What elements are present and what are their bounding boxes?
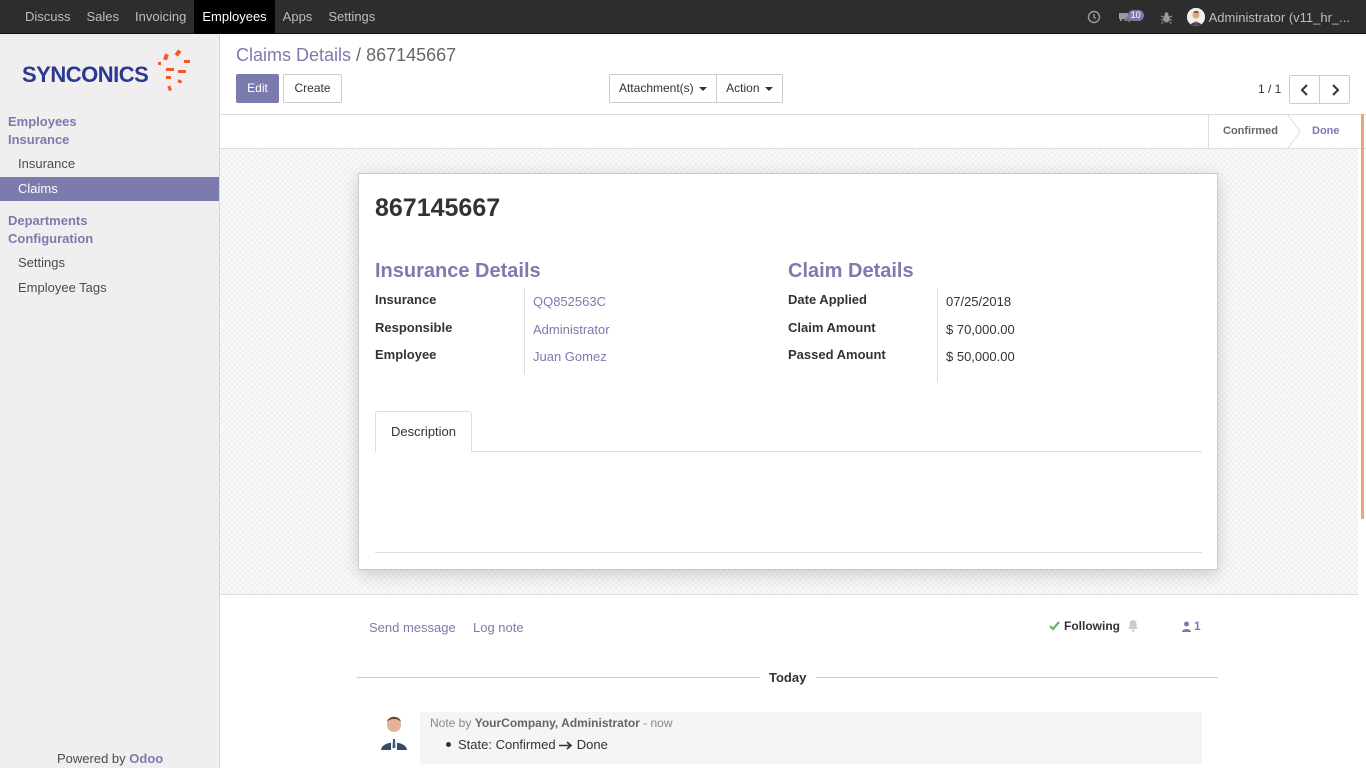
bullet <box>446 742 451 747</box>
chevron-left-icon <box>1300 83 1308 96</box>
user-avatar <box>1186 8 1205 26</box>
menu-sales[interactable]: Sales <box>79 0 128 34</box>
action-dropdown[interactable]: Action <box>716 74 783 103</box>
date-separator-line <box>816 677 1218 678</box>
date-separator-line <box>357 677 760 678</box>
field-value-insurance[interactable]: QQ852563C <box>533 294 606 309</box>
claim-details-title: Claim Details <box>788 260 914 282</box>
edit-button[interactable]: Edit <box>236 74 279 103</box>
following-button[interactable]: Following <box>1049 619 1120 633</box>
following-label: Following <box>1064 619 1120 633</box>
stage-confirmed[interactable]: Confirmed <box>1223 115 1278 148</box>
field-label-date-applied: Date Applied <box>788 292 867 307</box>
breadcrumb-separator: / <box>356 45 362 65</box>
app-menu: Discuss Sales Invoicing Employees Apps S… <box>17 0 383 34</box>
user-name: Administrator (v11_hr_... <box>1208 9 1350 25</box>
caret-down-icon <box>764 86 773 91</box>
create-button[interactable]: Create <box>283 74 342 103</box>
followers-button[interactable]: 1 <box>1182 619 1201 633</box>
menu-invoicing[interactable]: Invoicing <box>127 0 194 34</box>
pager-next-button[interactable] <box>1319 75 1350 104</box>
field-label-passed-amount: Passed Amount <box>788 347 886 362</box>
sidebar-item-employee-tags[interactable]: Employee Tags <box>0 276 219 300</box>
field-label-insurance: Insurance <box>375 292 437 307</box>
form-sheet: 867145667 Insurance Details Insurance QQ… <box>358 173 1218 570</box>
field-value-passed-amount: $ 50,000.00 <box>946 349 1015 364</box>
message-time: - now <box>643 716 673 730</box>
action-label: Action <box>726 81 760 95</box>
message-author[interactable]: YourCompany, Administrator <box>475 716 640 730</box>
sidebar-item-claims[interactable]: Claims <box>0 177 219 201</box>
menu-employees[interactable]: Employees <box>194 0 275 34</box>
bell-icon[interactable] <box>1127 619 1139 635</box>
followers-count: 1 <box>1194 619 1201 633</box>
top-navbar: Discuss Sales Invoicing Employees Apps S… <box>0 0 1366 34</box>
message-header: Note by YourCompany, Administrator - now <box>430 716 673 730</box>
logo-burst-icon <box>158 49 190 92</box>
caret-down-icon <box>699 86 708 91</box>
company-logo: SYNCONICS <box>20 48 200 98</box>
author-avatar[interactable] <box>378 712 410 750</box>
field-value-employee[interactable]: Juan Gomez <box>533 349 607 364</box>
scroll-indicator <box>1361 114 1364 519</box>
check-icon <box>1049 621 1060 631</box>
chatter-message: Note by YourCompany, Administrator - now… <box>420 712 1202 764</box>
user-menu[interactable]: Administrator (v11_hr_... <box>1186 8 1350 26</box>
systray: 10 Administrator (v11_hr_... <box>1079 0 1358 34</box>
odoo-link[interactable]: Odoo <box>129 751 163 766</box>
breadcrumb-parent[interactable]: Claims Details <box>236 45 351 65</box>
tracking-value: State: Confirmed Done <box>458 737 608 752</box>
field-label-responsible: Responsible <box>375 320 453 335</box>
bug-icon[interactable] <box>1160 11 1173 24</box>
pager-previous-button[interactable] <box>1289 75 1320 104</box>
insurance-details-title: Insurance Details <box>375 260 541 282</box>
field-label-claim-amount: Claim Amount <box>788 320 876 335</box>
status-bar: Confirmed Done <box>220 114 1366 149</box>
log-note-button[interactable]: Log note <box>473 620 524 635</box>
chevron-right-icon <box>1331 83 1339 96</box>
pager-value[interactable]: 1 / 1 <box>1258 82 1281 96</box>
field-divider <box>524 288 525 374</box>
sidebar: SYNCONICS Employees Insurance Insurance … <box>0 34 220 768</box>
field-value-responsible[interactable]: Administrator <box>533 322 610 337</box>
sidebar-section-employees[interactable]: Employees <box>8 113 77 131</box>
breadcrumb: Claims Details / 867145667 <box>236 45 456 66</box>
clock-icon[interactable] <box>1087 10 1101 24</box>
field-divider <box>937 288 938 382</box>
menu-apps[interactable]: Apps <box>275 0 321 34</box>
menu-settings[interactable]: Settings <box>320 0 383 34</box>
sidebar-section-configuration[interactable]: Configuration <box>8 230 93 248</box>
send-message-button[interactable]: Send message <box>369 620 456 635</box>
tracking-old-value: State: Confirmed <box>458 737 556 752</box>
tab-content-bottom <box>375 552 1202 553</box>
message-count-badge: 10 <box>1127 10 1144 21</box>
date-separator-label: Today <box>769 670 807 685</box>
stage-done[interactable]: Done <box>1312 115 1340 148</box>
logo-text: SYNCONICS <box>22 62 149 87</box>
field-value-date-applied: 07/25/2018 <box>946 294 1012 309</box>
message-prefix: Note by <box>430 716 472 730</box>
stage-arrow-icon <box>1288 115 1301 148</box>
tab-header-line <box>375 451 1202 452</box>
powered-by: Powered by Odoo <box>57 751 163 766</box>
sidebar-item-insurance[interactable]: Insurance <box>0 152 219 176</box>
chat-icon[interactable]: 10 <box>1117 10 1144 24</box>
attachments-dropdown[interactable]: Attachment(s) <box>609 74 717 103</box>
menu-discuss[interactable]: Discuss <box>17 0 79 34</box>
tracking-new-value: Done <box>576 737 608 752</box>
powered-by-label: Powered by <box>57 751 126 766</box>
sidebar-section-departments[interactable]: Departments <box>8 212 87 230</box>
sidebar-item-settings[interactable]: Settings <box>0 251 219 275</box>
tab-description[interactable]: Description <box>375 411 472 453</box>
arrow-right-icon <box>559 741 573 750</box>
field-value-claim-amount: $ 70,000.00 <box>946 322 1015 337</box>
attachments-label: Attachment(s) <box>618 81 694 95</box>
breadcrumb-current: 867145667 <box>366 45 457 65</box>
user-icon <box>1182 621 1191 632</box>
record-name: 867145667 <box>375 194 501 222</box>
field-label-employee: Employee <box>375 347 437 362</box>
sidebar-section-insurance[interactable]: Insurance <box>8 131 69 149</box>
